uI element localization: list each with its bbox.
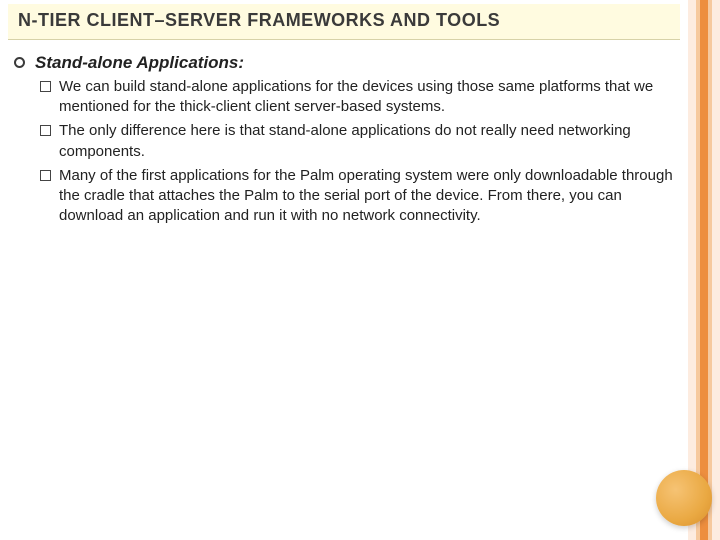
- slide-title: N-TIER CLIENT–SERVER FRAMEWORKS AND TOOL…: [18, 10, 670, 31]
- slide: N-TIER CLIENT–SERVER FRAMEWORKS AND TOOL…: [0, 0, 720, 540]
- accent-stripe-inner: [700, 0, 708, 540]
- bullet-level1: Stand-alone Applications:: [14, 52, 674, 75]
- ring-bullet-icon: [14, 57, 25, 68]
- list-item-text: Many of the first applications for the P…: [59, 166, 674, 227]
- checkbox-icon: [40, 81, 51, 92]
- list-item-text: We can build stand-alone applications fo…: [59, 77, 674, 118]
- title-band: N-TIER CLIENT–SERVER FRAMEWORKS AND TOOL…: [8, 4, 680, 40]
- list-item: Many of the first applications for the P…: [40, 166, 674, 227]
- list-item-text: The only difference here is that stand-a…: [59, 121, 674, 162]
- checkbox-icon: [40, 125, 51, 136]
- list-item: We can build stand-alone applications fo…: [40, 77, 674, 118]
- checkbox-icon: [40, 170, 51, 181]
- content-area: Stand-alone Applications: We can build s…: [14, 52, 674, 231]
- list-item: The only difference here is that stand-a…: [40, 121, 674, 162]
- section-heading: Stand-alone Applications:: [35, 52, 244, 75]
- accent-circle: [656, 470, 712, 526]
